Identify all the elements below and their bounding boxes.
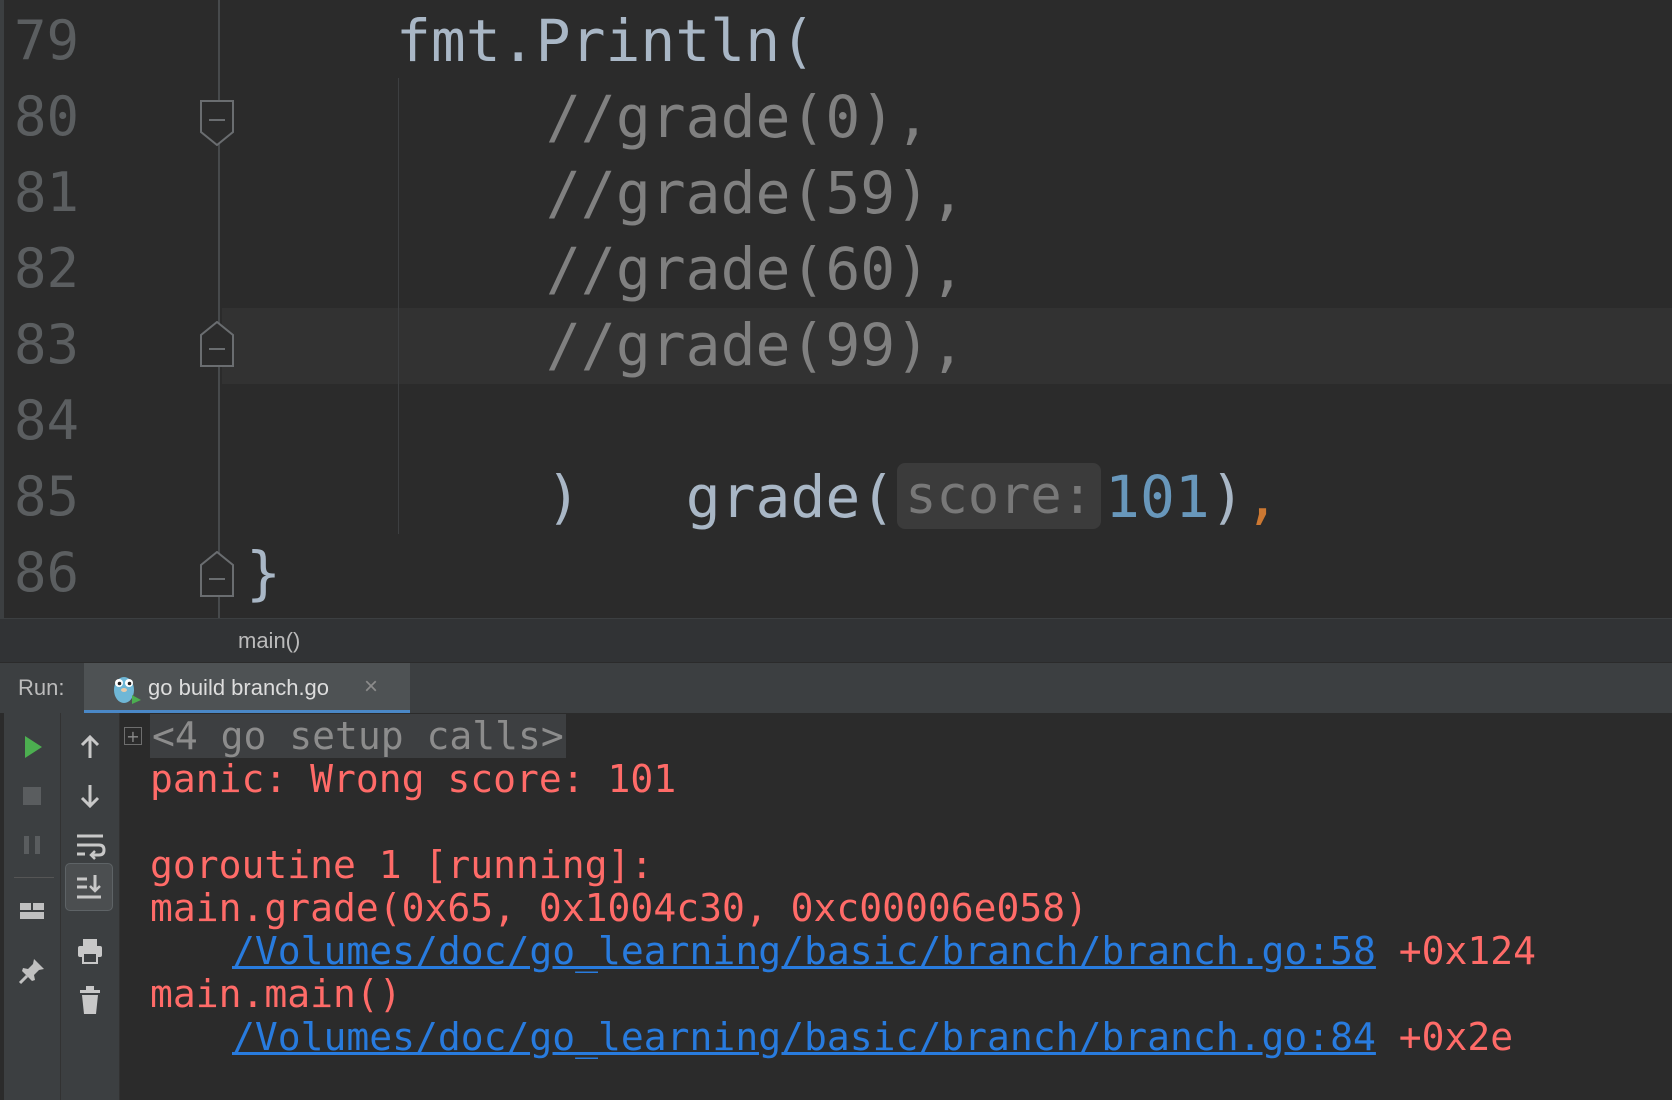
run-toolbar-primary [4,713,61,1100]
pin-icon[interactable] [12,951,52,991]
trash-icon[interactable] [70,980,110,1020]
soft-wrap-icon[interactable] [70,825,110,865]
code-paren: ) [1209,463,1245,531]
stack-frame-link[interactable]: /Volumes/doc/go_learning/basic/branch/br… [232,1015,1376,1059]
run-panel-header: Run: go build branch.go × [0,662,1672,714]
run-tab[interactable]: go build branch.go × [84,663,410,713]
console-line: main.grade(0x65, 0x1004c30, 0xc00006e058… [150,886,1088,930]
gutter-fold-line [218,0,220,618]
run-toolbar-secondary [61,713,120,1100]
code-line[interactable]: //grade(99), [546,307,965,383]
console-line: goroutine 1 [running]: [150,843,654,887]
breadcrumb-bar: main() [0,618,1672,663]
line-number: 86 [14,541,80,604]
line-number: 84 [14,389,80,452]
line-number: 85 [14,465,80,528]
console-output[interactable]: + <4 go setup calls> panic: Wrong score:… [120,713,1672,1100]
breadcrumb[interactable]: main() [238,628,300,654]
line-number: 83 [14,313,80,376]
code-line[interactable]: grade(score: 101), [546,383,1280,531]
code-line[interactable]: } [246,535,281,611]
line-number: 80 [14,85,80,148]
stack-offset: +0x124 [1375,929,1537,973]
code-line[interactable]: ) [546,459,581,535]
left-strip [0,0,4,618]
scroll-to-end-button[interactable] [65,863,113,911]
code-comma: , [1244,463,1280,531]
fold-collapse-icon[interactable] [200,551,234,597]
toolbar-separator [14,877,54,878]
line-number: 79 [14,9,80,72]
console-line: <4 go setup calls> [150,713,566,759]
run-icon[interactable] [12,727,52,767]
arrow-up-icon[interactable] [70,727,110,767]
fold-collapse-icon[interactable] [200,100,234,146]
expand-icon[interactable]: + [124,727,142,746]
scroll-to-end-icon [77,875,101,899]
stop-icon[interactable] [12,776,52,816]
gopher-icon [114,677,141,704]
code-call: grade( [685,463,896,531]
code-editor[interactable]: 79 80 81 82 83 84 85 86 fmt.Println( //g… [0,0,1672,618]
setup-calls-fold[interactable]: <4 go setup calls> [150,714,566,758]
stack-offset: +0x2e [1375,1015,1514,1059]
console-line: main.main() [150,972,402,1016]
layout-icon[interactable] [12,891,52,931]
line-number: 82 [14,237,80,300]
console-line: /Volumes/doc/go_learning/basic/branch/br… [232,928,1536,974]
console-line: panic: Wrong score: 101 [150,757,677,801]
run-label: Run: [18,675,65,700]
code-number: 101 [1105,463,1210,531]
line-number: 81 [14,161,80,224]
fold-collapse-icon[interactable] [200,321,234,367]
code-line[interactable]: //grade(0), [546,79,930,155]
console-line: /Volumes/doc/go_learning/basic/branch/br… [232,1014,1513,1060]
stack-frame-link[interactable]: /Volumes/doc/go_learning/basic/branch/br… [232,929,1376,973]
code-line[interactable]: //grade(59), [546,155,965,231]
indent-guide [398,78,399,534]
arrow-down-icon[interactable] [70,776,110,816]
run-tab-label: go build branch.go [148,675,330,700]
print-icon[interactable] [70,931,110,971]
parameter-hint: score: [897,463,1102,529]
code-line[interactable]: fmt.Println( [396,3,815,79]
code-line[interactable]: //grade(60), [546,231,965,307]
pause-icon[interactable] [12,825,52,865]
close-icon[interactable]: × [364,673,378,701]
